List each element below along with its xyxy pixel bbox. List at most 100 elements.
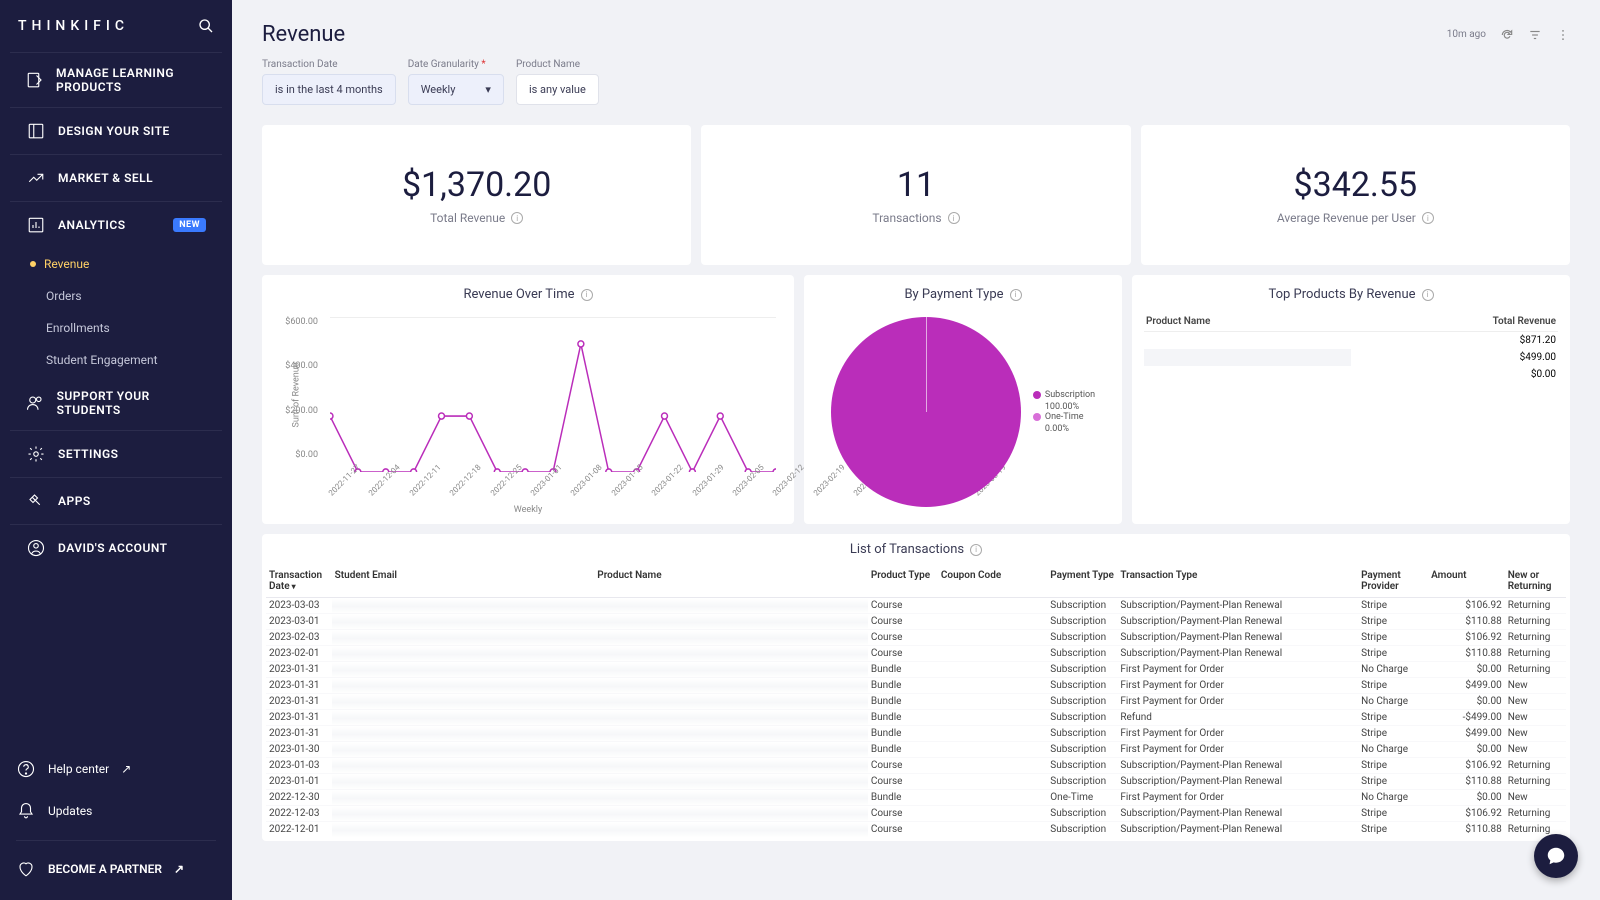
chevron-down-icon: ▾: [485, 83, 491, 96]
become-partner-link[interactable]: BECOME A PARTNER ↗: [16, 840, 216, 890]
info-icon[interactable]: i: [948, 212, 960, 224]
x-axis-label: Weekly: [274, 505, 782, 515]
analytics-sub-nav: Revenue Orders Enrollments Student Engag…: [0, 248, 232, 376]
table-header[interactable]: Student Email: [332, 565, 595, 598]
page-header: Revenue 10m ago: [262, 22, 1570, 47]
table-row[interactable]: 2023-01-01CourseSubscriptionSubscription…: [266, 774, 1566, 790]
filter-product-name: Product Name is any value: [516, 59, 599, 105]
table-row[interactable]: 2022-12-01CourseSubscriptionSubscription…: [266, 822, 1566, 838]
table-row[interactable]: 2023-03-01CourseSubscriptionSubscription…: [266, 614, 1566, 630]
table-row[interactable]: 2023-01-31BundleSubscriptionFirst Paymen…: [266, 694, 1566, 710]
kpi-label: Transactionsi: [721, 211, 1110, 225]
table-header[interactable]: Amount: [1428, 565, 1505, 598]
filter-value-text: is in the last 4 months: [275, 83, 383, 96]
sidebar-item-market-sell[interactable]: MARKET & SELL: [10, 155, 222, 202]
sidebar-item-settings[interactable]: SETTINGS: [10, 431, 222, 478]
table-row[interactable]: 2023-01-31BundleSubscriptionRefundStripe…: [266, 710, 1566, 726]
table-row[interactable]: 2022-12-03CourseSubscriptionSubscription…: [266, 806, 1566, 822]
table-row[interactable]: 2023-03-03CourseSubscriptionSubscription…: [266, 598, 1566, 614]
sub-item-label: Student Engagement: [46, 353, 158, 367]
sidebar-item-label: SETTINGS: [58, 447, 119, 461]
legend-pct: 100.00%: [1033, 402, 1095, 412]
table-header[interactable]: Product Type: [868, 565, 938, 598]
table-header[interactable]: Transaction Date▾: [266, 565, 332, 598]
table-row: $871.20: [1144, 332, 1558, 350]
kpi-avg-rev-per-user: $342.55 Average Revenue per Useri: [1141, 125, 1570, 265]
external-link-icon: ↗: [174, 862, 184, 876]
chat-fab[interactable]: [1534, 834, 1578, 878]
table-header[interactable]: Product Name: [594, 565, 868, 598]
partner-label: BECOME A PARTNER: [48, 862, 162, 876]
help-center-link[interactable]: Help center ↗: [16, 748, 216, 790]
more-icon[interactable]: [1556, 28, 1570, 42]
sub-item-student-engagement[interactable]: Student Engagement: [46, 344, 232, 376]
chart-title: Revenue Over Timei: [274, 287, 782, 302]
document-edit-icon: [26, 70, 44, 90]
sidebar-item-label: DAVID'S ACCOUNT: [58, 541, 168, 555]
time-ago-label: 10m ago: [1447, 29, 1486, 40]
table-row[interactable]: 2023-01-30BundleSubscriptionFirst Paymen…: [266, 742, 1566, 758]
filter-product-name-value[interactable]: is any value: [516, 74, 599, 105]
sidebar-item-support-students[interactable]: SUPPORT YOUR STUDENTS: [10, 376, 222, 431]
sort-icon: ▾: [292, 582, 296, 591]
table-header[interactable]: Payment Type: [1047, 565, 1117, 598]
main-content: Revenue 10m ago Transaction Date is in t…: [232, 0, 1600, 900]
sidebar-item-label: DESIGN YOUR SITE: [58, 124, 170, 138]
bar-chart-icon: [26, 215, 46, 235]
sidebar-item-label: MARKET & SELL: [58, 171, 153, 185]
info-icon[interactable]: i: [511, 212, 523, 224]
table-header[interactable]: Total Revenue: [1351, 312, 1558, 332]
help-label: Help center: [48, 762, 109, 776]
table-header[interactable]: Transaction Type: [1117, 565, 1358, 598]
chart-up-icon: [26, 168, 46, 188]
table-row[interactable]: 2023-02-03CourseSubscriptionSubscription…: [266, 630, 1566, 646]
kpi-transactions: 11 Transactionsi: [701, 125, 1130, 265]
table-header[interactable]: New or Returning: [1505, 565, 1566, 598]
table-row[interactable]: 2023-01-31BundleSubscriptionFirst Paymen…: [266, 726, 1566, 742]
kpi-row: $1,370.20 Total Revenuei 11 Transactions…: [262, 125, 1570, 265]
filter-transaction-date-value[interactable]: is in the last 4 months: [262, 74, 396, 105]
sub-item-revenue[interactable]: Revenue: [46, 248, 232, 280]
legend-pct: 0.00%: [1033, 424, 1095, 434]
sidebar-item-analytics[interactable]: ANALYTICS NEW: [10, 202, 222, 248]
filter-icon[interactable]: [1528, 28, 1542, 42]
table-header[interactable]: Product Name: [1144, 312, 1351, 332]
users-icon: [26, 393, 45, 413]
table-row[interactable]: 2023-01-31BundleSubscriptionFirst Paymen…: [266, 678, 1566, 694]
kpi-label: Total Revenuei: [282, 211, 671, 225]
active-dot-icon: [30, 261, 36, 267]
help-icon: [16, 759, 36, 779]
sub-item-label: Enrollments: [46, 321, 110, 335]
updates-label: Updates: [48, 804, 92, 818]
y-tick: $400.00: [274, 361, 324, 371]
x-axis: 2022-11-272022-12-042022-12-112022-12-18…: [330, 490, 776, 499]
pie-chart: [831, 317, 1021, 507]
sub-item-enrollments[interactable]: Enrollments: [46, 312, 232, 344]
sub-item-orders[interactable]: Orders: [46, 280, 232, 312]
table-row[interactable]: 2022-12-30BundleOne-TimeFirst Payment fo…: [266, 790, 1566, 806]
kpi-value: $1,370.20: [282, 165, 671, 205]
legend-swatch-icon: [1033, 391, 1041, 399]
sub-item-label: Revenue: [44, 257, 89, 271]
sidebar-item-design-your-site[interactable]: DESIGN YOUR SITE: [10, 108, 222, 155]
table-header[interactable]: Payment Provider: [1358, 565, 1428, 598]
info-icon[interactable]: i: [1422, 212, 1434, 224]
refresh-icon[interactable]: [1500, 28, 1514, 42]
sidebar-item-manage-learning-products[interactable]: MANAGE LEARNING PRODUCTS: [10, 52, 222, 108]
transactions-table: Transaction Date▾Student EmailProduct Na…: [266, 565, 1566, 837]
table-row[interactable]: 2023-02-01CourseSubscriptionSubscription…: [266, 646, 1566, 662]
info-icon[interactable]: i: [581, 289, 593, 301]
search-icon[interactable]: [198, 18, 214, 34]
pie-legend: Subscription100.00%One-Time0.00%: [1033, 390, 1095, 434]
info-icon[interactable]: i: [1010, 289, 1022, 301]
table-header[interactable]: Coupon Code: [938, 565, 1047, 598]
table-row[interactable]: 2023-01-03CourseSubscriptionSubscription…: [266, 758, 1566, 774]
filter-date-granularity-value[interactable]: Weekly▾: [408, 74, 504, 105]
sidebar-item-apps[interactable]: APPS: [10, 478, 222, 525]
info-icon[interactable]: i: [970, 544, 982, 556]
sidebar-item-account[interactable]: DAVID'S ACCOUNT: [10, 525, 222, 571]
updates-link[interactable]: Updates: [16, 790, 216, 832]
chart-row: Revenue Over Timei Sum of Revenue $600.0…: [262, 275, 1570, 524]
table-row[interactable]: 2023-01-31BundleSubscriptionFirst Paymen…: [266, 662, 1566, 678]
info-icon[interactable]: i: [1422, 289, 1434, 301]
